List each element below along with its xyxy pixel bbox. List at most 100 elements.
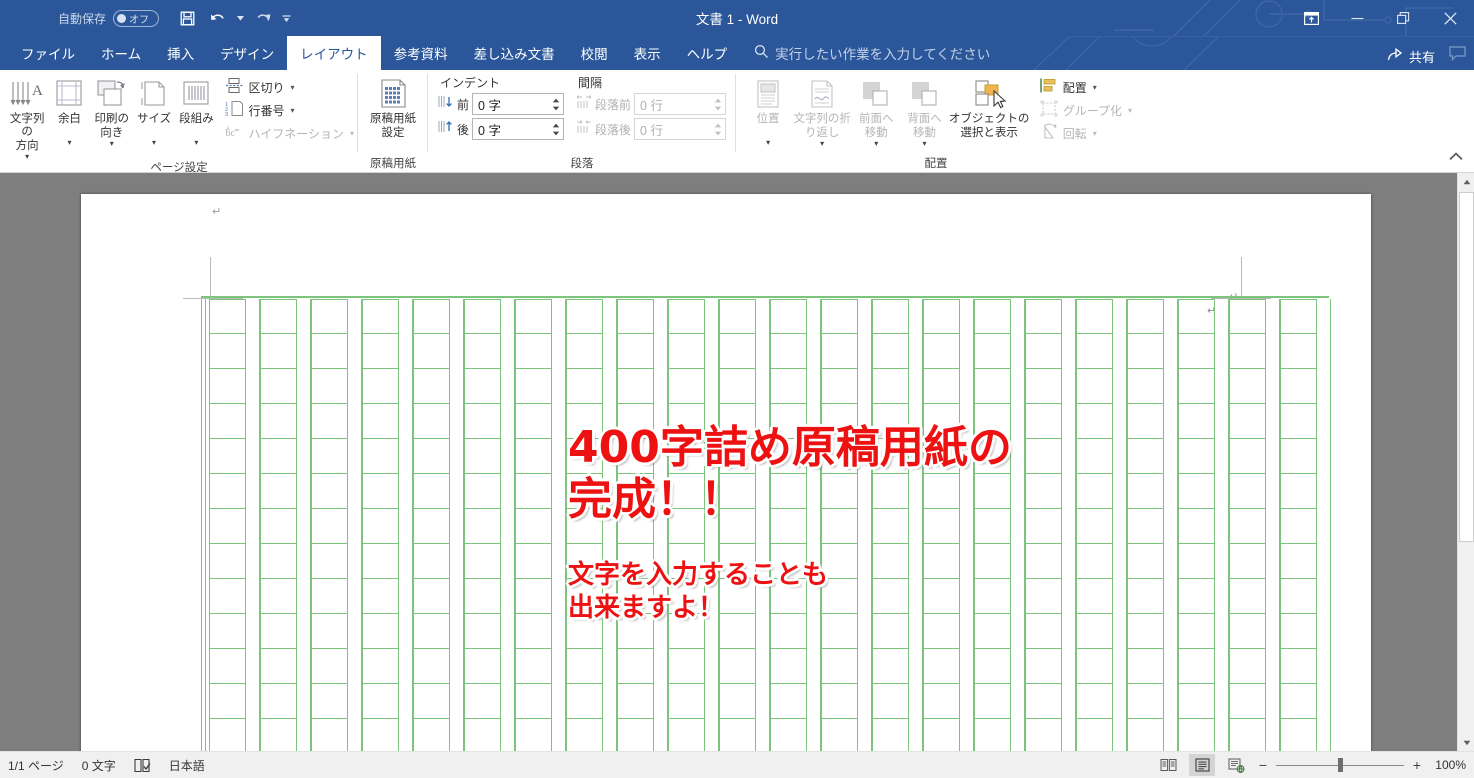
manuscript-cell[interactable] bbox=[260, 544, 297, 579]
manuscript-cell[interactable] bbox=[1280, 334, 1317, 369]
manuscript-cell[interactable] bbox=[413, 684, 450, 719]
manuscript-cell[interactable] bbox=[872, 614, 909, 649]
manuscript-column[interactable] bbox=[1025, 299, 1076, 754]
tab-mailings[interactable]: 差し込み文書 bbox=[461, 36, 568, 70]
chevron-down-icon[interactable]: ▾ bbox=[874, 140, 878, 148]
manuscript-cell[interactable] bbox=[1229, 649, 1266, 684]
manuscript-cell[interactable] bbox=[1025, 649, 1062, 684]
manuscript-cell[interactable] bbox=[617, 369, 654, 404]
manuscript-cell[interactable] bbox=[1178, 439, 1215, 474]
manuscript-cell[interactable] bbox=[1076, 439, 1113, 474]
manuscript-cell[interactable] bbox=[719, 649, 756, 684]
manuscript-cell[interactable] bbox=[1076, 614, 1113, 649]
manuscript-column[interactable] bbox=[1178, 299, 1229, 754]
manuscript-cell[interactable] bbox=[515, 369, 552, 404]
manuscript-cell[interactable] bbox=[566, 684, 603, 719]
manuscript-cell[interactable] bbox=[464, 299, 501, 334]
text-direction-button[interactable]: A 文字列の 方向 ▾ bbox=[6, 74, 48, 161]
manuscript-column[interactable] bbox=[1229, 299, 1280, 754]
manuscript-cell[interactable] bbox=[362, 579, 399, 614]
manuscript-cell[interactable] bbox=[515, 439, 552, 474]
manuscript-cell[interactable] bbox=[974, 369, 1011, 404]
manuscript-cell[interactable] bbox=[311, 404, 348, 439]
orientation-button[interactable]: 印刷の 向き ▾ bbox=[91, 74, 133, 148]
manuscript-cell[interactable] bbox=[566, 719, 603, 754]
manuscript-column[interactable] bbox=[209, 299, 260, 754]
manuscript-cell[interactable] bbox=[617, 299, 654, 334]
manuscript-cell[interactable] bbox=[464, 649, 501, 684]
manuscript-cell[interactable] bbox=[260, 719, 297, 754]
manuscript-cell[interactable] bbox=[311, 614, 348, 649]
tab-review[interactable]: 校閲 bbox=[568, 36, 621, 70]
manuscript-column[interactable] bbox=[362, 299, 413, 754]
manuscript-cell[interactable] bbox=[1280, 474, 1317, 509]
manuscript-cell[interactable] bbox=[464, 509, 501, 544]
manuscript-cell[interactable] bbox=[719, 719, 756, 754]
manuscript-cell[interactable] bbox=[566, 649, 603, 684]
tab-home[interactable]: ホーム bbox=[88, 36, 154, 70]
manuscript-cell[interactable] bbox=[1280, 299, 1317, 334]
manuscript-cell[interactable] bbox=[362, 719, 399, 754]
manuscript-cell[interactable] bbox=[1280, 579, 1317, 614]
undo-icon[interactable] bbox=[203, 5, 231, 31]
indent-left-spinner[interactable]: 0 字 bbox=[472, 93, 565, 115]
manuscript-cell[interactable] bbox=[260, 299, 297, 334]
manuscript-cell[interactable] bbox=[1280, 614, 1317, 649]
manuscript-cell[interactable] bbox=[1178, 719, 1215, 754]
manuscript-cell[interactable] bbox=[821, 719, 858, 754]
tab-view[interactable]: 表示 bbox=[621, 36, 674, 70]
manuscript-cell[interactable] bbox=[1076, 544, 1113, 579]
manuscript-cell[interactable] bbox=[1076, 334, 1113, 369]
chevron-down-icon[interactable]: ▾ bbox=[194, 139, 198, 147]
manuscript-cell[interactable] bbox=[1025, 579, 1062, 614]
manuscript-cell[interactable] bbox=[1280, 509, 1317, 544]
manuscript-column[interactable] bbox=[1076, 299, 1127, 754]
manuscript-cell[interactable] bbox=[1178, 299, 1215, 334]
manuscript-cell[interactable] bbox=[515, 579, 552, 614]
manuscript-cell[interactable] bbox=[923, 719, 960, 754]
manuscript-paper-settings-button[interactable]: 原稿用紙 設定 bbox=[364, 74, 422, 140]
manuscript-cell[interactable] bbox=[515, 404, 552, 439]
manuscript-cell[interactable] bbox=[1178, 579, 1215, 614]
manuscript-cell[interactable] bbox=[260, 439, 297, 474]
manuscript-cell[interactable] bbox=[923, 544, 960, 579]
manuscript-column[interactable] bbox=[770, 299, 821, 754]
zoom-out-button[interactable]: − bbox=[1257, 757, 1269, 773]
manuscript-cell[interactable] bbox=[923, 579, 960, 614]
scroll-down-icon[interactable] bbox=[1458, 734, 1474, 751]
manuscript-cell[interactable] bbox=[668, 299, 705, 334]
redo-icon[interactable] bbox=[249, 5, 277, 31]
space-after-spinner[interactable]: 0 行 bbox=[634, 118, 727, 140]
manuscript-cell[interactable] bbox=[311, 719, 348, 754]
manuscript-cell[interactable] bbox=[974, 719, 1011, 754]
manuscript-cell[interactable] bbox=[260, 614, 297, 649]
manuscript-cell[interactable] bbox=[668, 719, 705, 754]
comments-icon[interactable] bbox=[1449, 46, 1466, 66]
manuscript-cell[interactable] bbox=[464, 614, 501, 649]
group-button[interactable]: グループ化 ▾ bbox=[1038, 99, 1136, 121]
manuscript-cell[interactable] bbox=[1280, 544, 1317, 579]
chevron-down-icon[interactable]: ▾ bbox=[110, 140, 114, 148]
zoom-level-label[interactable]: 100% bbox=[1430, 758, 1466, 772]
manuscript-column[interactable] bbox=[617, 299, 668, 754]
manuscript-cell[interactable] bbox=[209, 369, 246, 404]
manuscript-cell[interactable] bbox=[362, 614, 399, 649]
chevron-down-icon[interactable]: ▾ bbox=[923, 140, 927, 148]
web-layout-button[interactable] bbox=[1223, 754, 1249, 776]
manuscript-cell[interactable] bbox=[872, 369, 909, 404]
manuscript-cell[interactable] bbox=[413, 369, 450, 404]
page-size-button[interactable]: サイズ ▾ bbox=[133, 74, 175, 147]
manuscript-cell[interactable] bbox=[1025, 474, 1062, 509]
send-backward-button[interactable]: 背面へ 移動 ▾ bbox=[900, 74, 948, 148]
manuscript-cell[interactable] bbox=[1076, 509, 1113, 544]
manuscript-cell[interactable] bbox=[1076, 649, 1113, 684]
manuscript-cell[interactable] bbox=[1229, 684, 1266, 719]
manuscript-cell[interactable] bbox=[1178, 544, 1215, 579]
document-page[interactable]: ↵ ↵ ↵ 400字詰め原稿用紙の 完成！！ 文字を入力することも 出来ますよ！ bbox=[81, 194, 1371, 754]
manuscript-cell[interactable] bbox=[1280, 439, 1317, 474]
manuscript-cell[interactable] bbox=[1229, 299, 1266, 334]
manuscript-cell[interactable] bbox=[209, 614, 246, 649]
manuscript-column[interactable] bbox=[974, 299, 1025, 754]
manuscript-cell[interactable] bbox=[362, 404, 399, 439]
manuscript-column[interactable] bbox=[923, 299, 974, 754]
